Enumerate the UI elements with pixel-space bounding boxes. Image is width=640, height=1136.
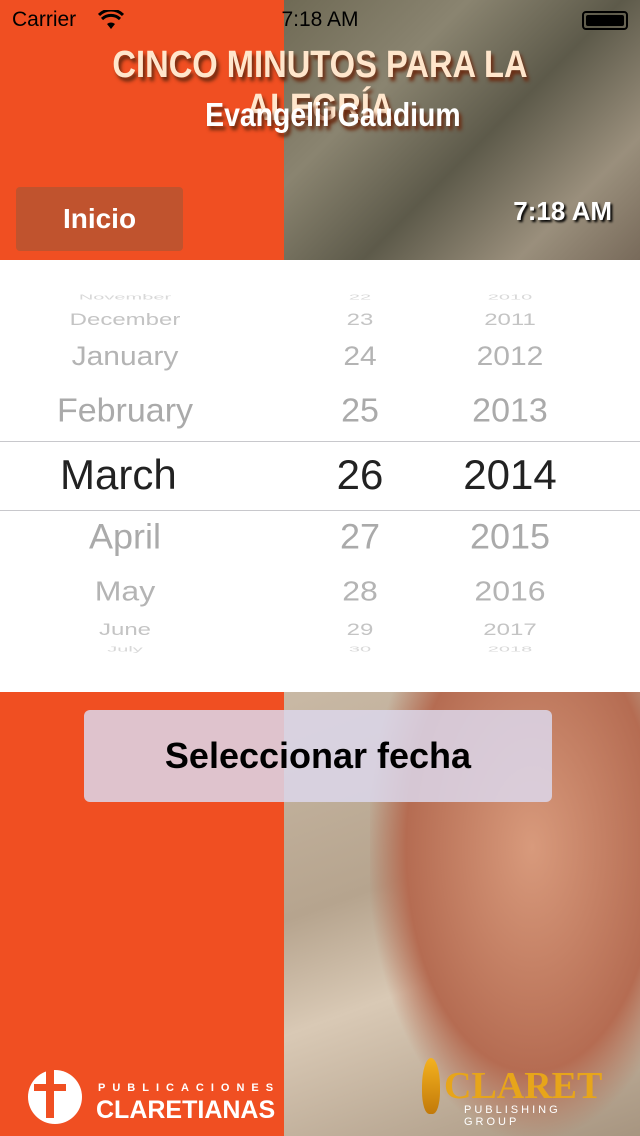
logo-right-bottom-text: PUBLISHING GROUP — [464, 1104, 561, 1128]
picker-item[interactable]: 2013 — [440, 392, 580, 430]
picker-item[interactable]: June — [20, 620, 230, 640]
battery-icon — [582, 11, 628, 30]
picker-item[interactable]: January — [20, 342, 230, 372]
status-time: 7:18 AM — [281, 8, 359, 31]
picker-item[interactable]: February — [20, 392, 230, 430]
picker-item[interactable]: December — [20, 310, 230, 330]
picker-item[interactable]: 2016 — [440, 575, 580, 608]
picker-selected-item[interactable]: 26 — [305, 451, 415, 499]
picker-item[interactable]: 23 — [305, 310, 415, 330]
picker-item[interactable]: 30 — [305, 645, 415, 653]
inicio-button[interactable]: Inicio — [16, 187, 183, 251]
picker-item[interactable]: 2011 — [440, 310, 580, 330]
picker-item[interactable]: 29 — [305, 620, 415, 640]
picker-item[interactable]: 2018 — [440, 645, 580, 653]
picker-item[interactable]: 2015 — [440, 517, 580, 558]
logo-left-top-text: PUBLICACIONES — [98, 1082, 281, 1094]
picker-item[interactable]: July — [20, 645, 230, 653]
picker-item[interactable]: April — [20, 517, 230, 558]
flame-icon — [422, 1058, 440, 1114]
select-date-button[interactable]: Seleccionar fecha — [84, 710, 552, 802]
claretianas-cross-icon — [28, 1068, 82, 1124]
picker-item[interactable]: 27 — [305, 517, 415, 558]
picker-selected-item[interactable]: 2014 — [440, 451, 580, 499]
picker-item[interactable]: 2012 — [440, 342, 580, 372]
picker-item[interactable]: May — [20, 575, 230, 608]
picker-item[interactable]: 2017 — [440, 620, 580, 640]
claretianas-logo: PUBLICACIONES CLARETIANAS — [24, 1064, 284, 1128]
status-bar: Carrier 7:18 AM — [0, 0, 640, 40]
logo-right-top-text: CLARET — [444, 1065, 603, 1107]
picker-item[interactable]: 24 — [305, 342, 415, 372]
logo-left-bottom-text: CLARETIANAS — [96, 1096, 276, 1124]
picker-item[interactable]: 25 — [305, 392, 415, 430]
picker-item[interactable]: 22 — [305, 293, 415, 301]
app-subtitle: Evangelii Gaudium — [205, 96, 461, 133]
picker-item[interactable]: 28 — [305, 575, 415, 608]
year-wheel[interactable]: 2010 2011 2012 2013 2014 2015 2016 2017 2018 — [440, 260, 580, 692]
picker-item[interactable]: November — [20, 293, 230, 301]
picker-selected-item[interactable]: March — [60, 451, 270, 499]
clock-label: 7:18 AM — [513, 196, 612, 226]
day-wheel[interactable]: 22 23 24 25 26 27 28 29 30 — [305, 260, 415, 692]
claret-logo: CLARET PUBLISHING GROUP — [422, 1054, 622, 1128]
date-picker[interactable]: November December January February March Apri… — [0, 260, 640, 692]
month-wheel[interactable]: November December January February March Apri… — [20, 260, 230, 692]
picker-item[interactable]: 2010 — [440, 293, 580, 301]
